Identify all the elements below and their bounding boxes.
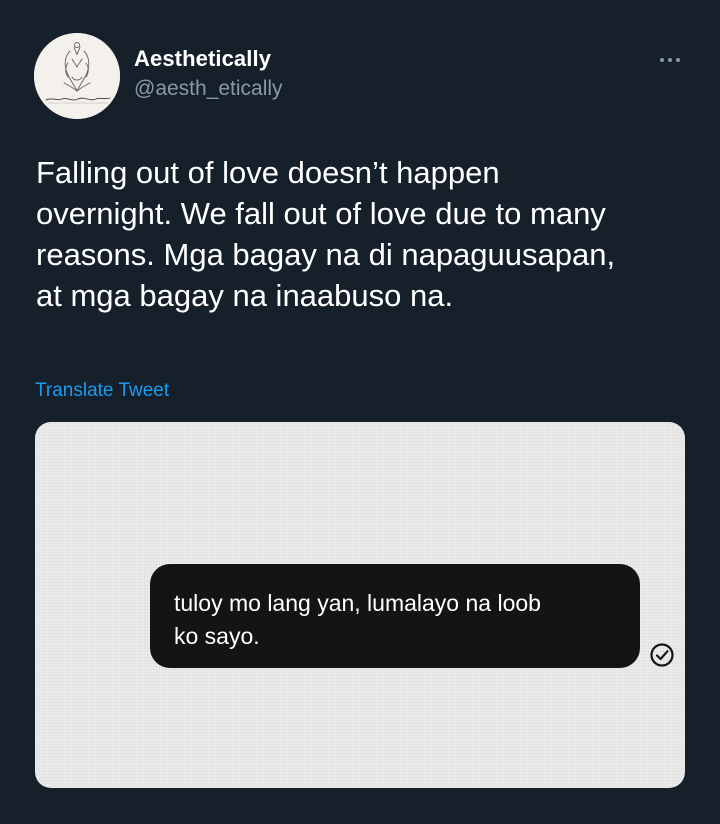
message-line: ko sayo. xyxy=(174,623,260,649)
author-display-name[interactable]: Aesthetically xyxy=(134,46,271,72)
tweet-text-line: reasons. Mga bagay na di napaguusapan, xyxy=(36,237,616,272)
message-line: tuloy mo lang yan, lumalayo na loob xyxy=(174,590,541,616)
more-dot xyxy=(660,58,664,62)
tweet-text: Falling out of love doesn’t happen overn… xyxy=(36,152,696,316)
more-options-icon[interactable] xyxy=(652,48,688,72)
avatar[interactable] xyxy=(34,33,120,119)
more-dot xyxy=(668,58,672,62)
message-bubble: tuloy mo lang yan, lumalayo na loob ko s… xyxy=(150,564,640,668)
avatar-illustration-icon xyxy=(34,33,120,119)
author-handle[interactable]: @aesth_etically xyxy=(134,77,283,101)
tweet-media-image[interactable]: tuloy mo lang yan, lumalayo na loob ko s… xyxy=(35,422,685,788)
translate-tweet-link[interactable]: Translate Tweet xyxy=(35,380,169,402)
tweet-text-line: Falling out of love doesn’t happen xyxy=(36,155,500,190)
tweet: Aesthetically @aesth_etically Falling ou… xyxy=(0,0,720,824)
more-dot xyxy=(676,58,680,62)
tweet-text-line: overnight. We fall out of love due to ma… xyxy=(36,196,606,231)
tweet-text-line: at mga bagay na inaabuso na. xyxy=(36,278,454,313)
check-circle-icon xyxy=(650,643,674,667)
